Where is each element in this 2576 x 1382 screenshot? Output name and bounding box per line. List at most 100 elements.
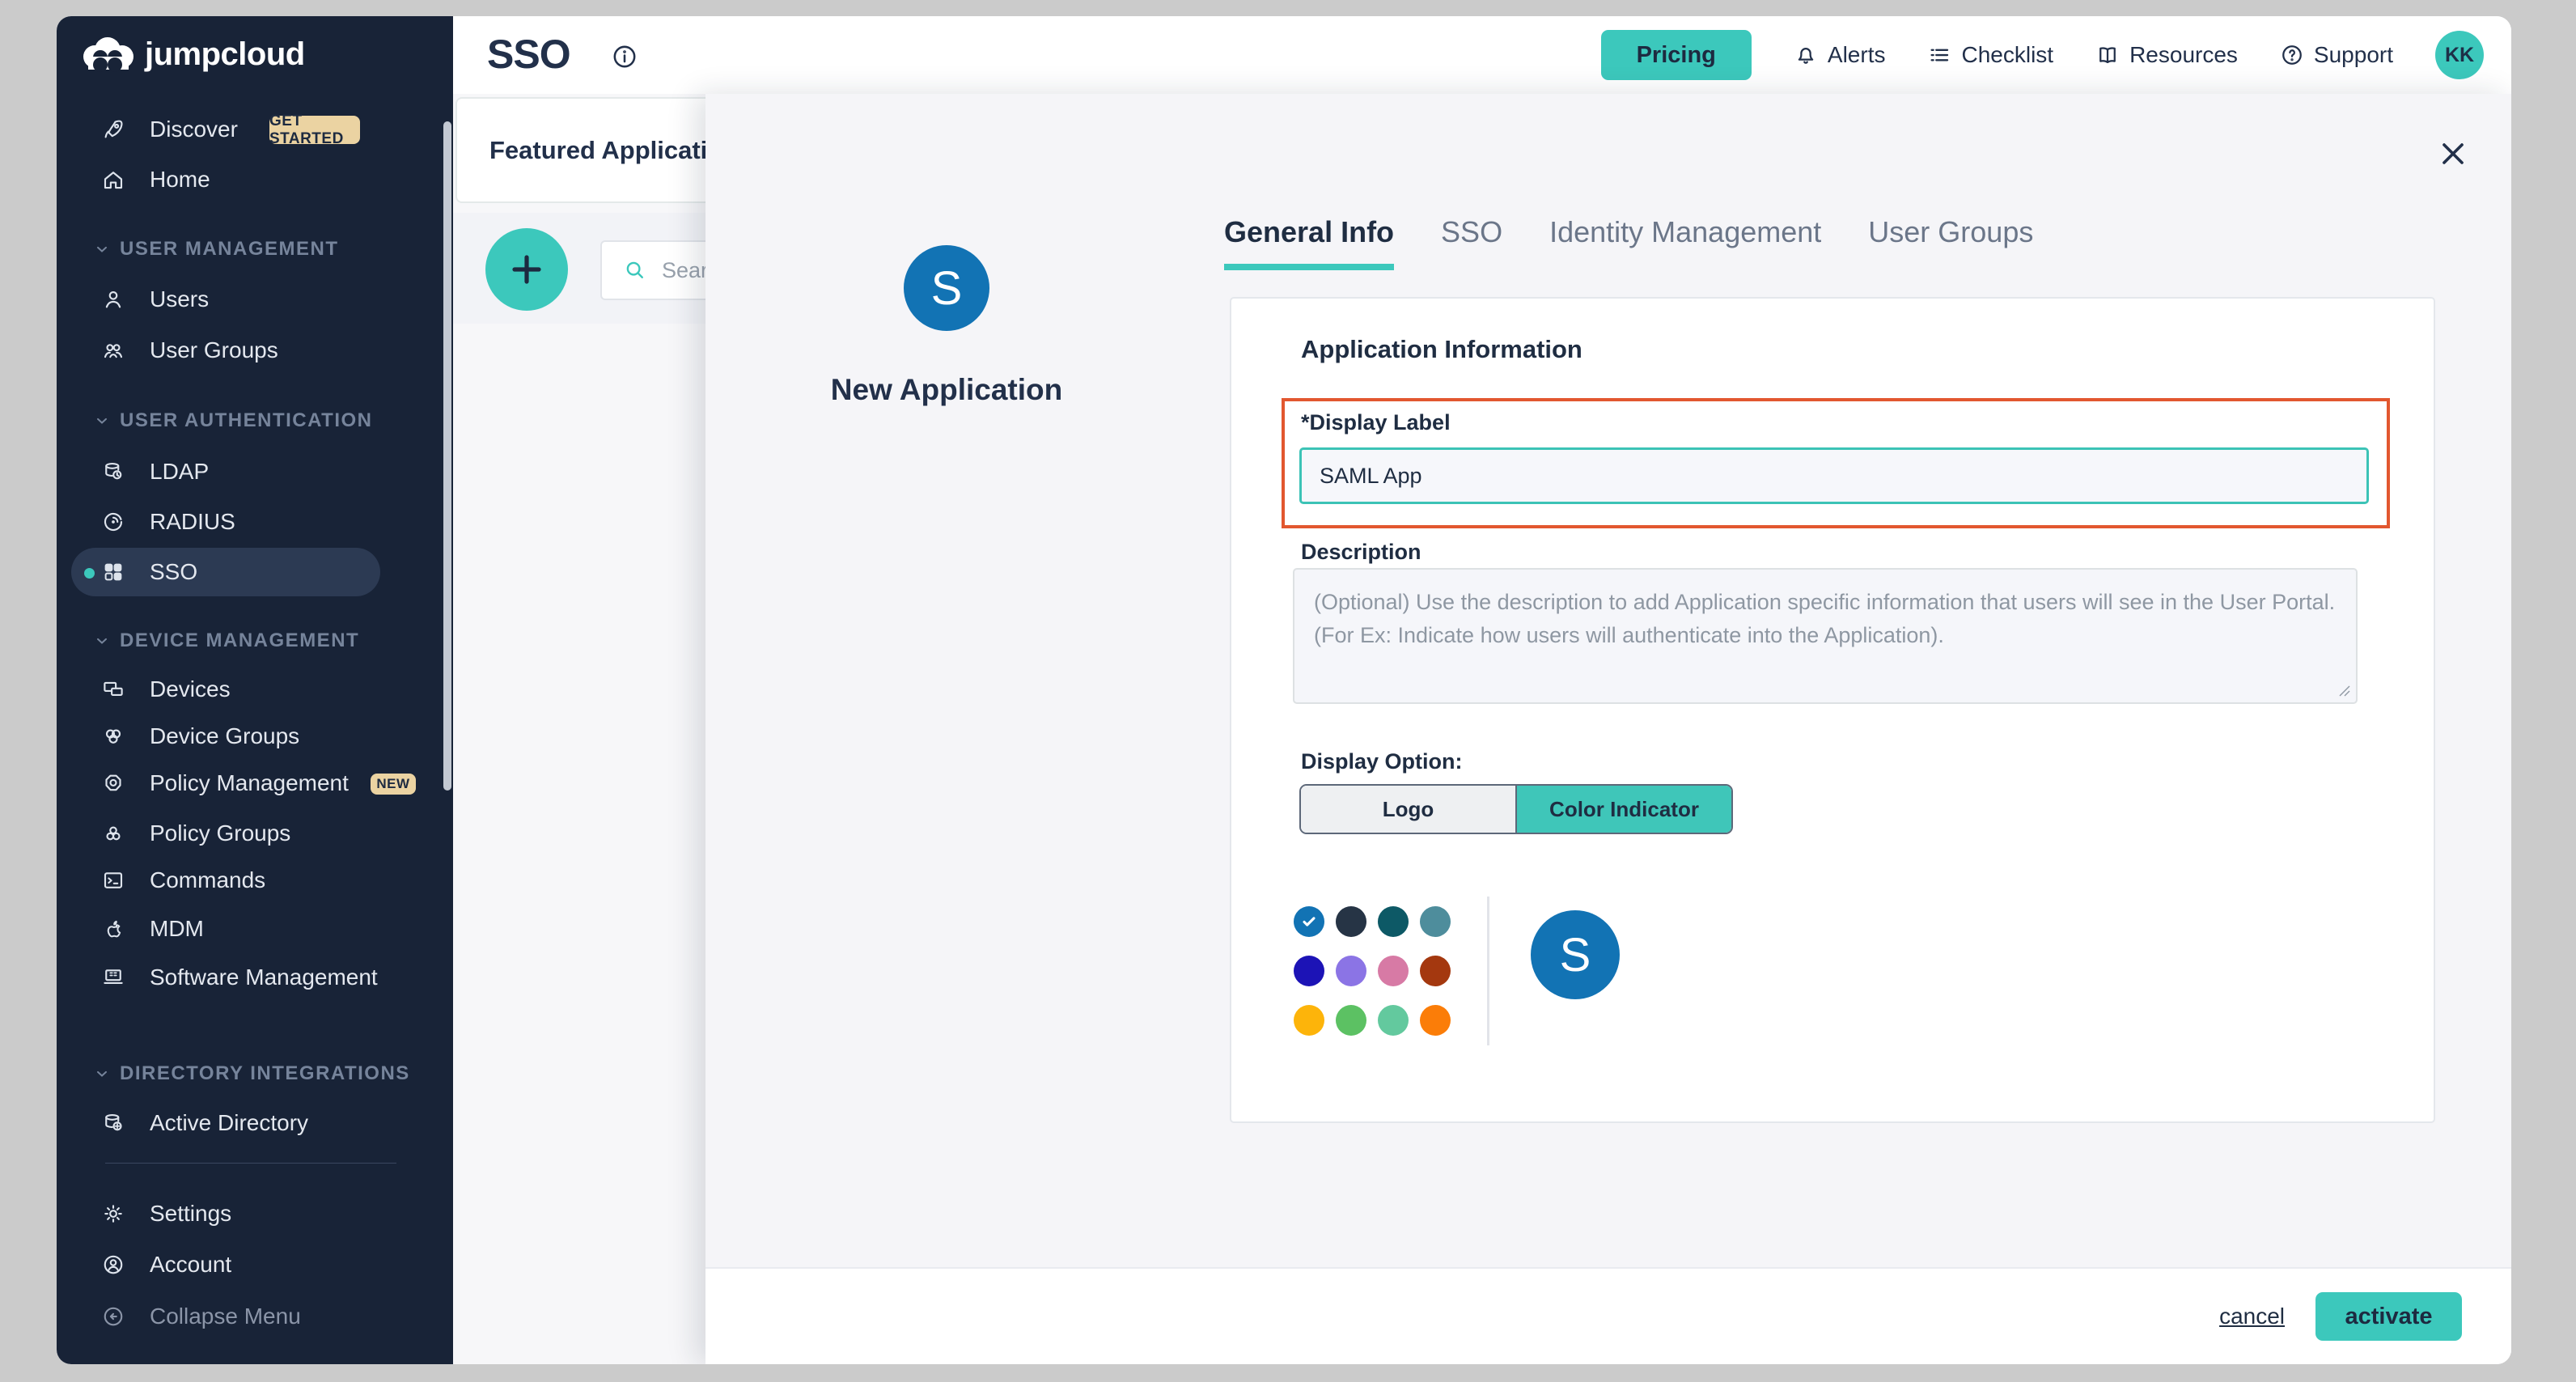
sidebar-item-label: Home <box>150 167 210 193</box>
page-title: SSO <box>487 31 570 78</box>
policy-groups-icon <box>101 821 125 846</box>
new-application-modal: S New Application General Info SSO Ident… <box>705 94 2511 1364</box>
sidebar-item-devices[interactable]: Devices <box>57 664 453 714</box>
sidebar-item-home[interactable]: Home <box>57 155 453 205</box>
user-group-icon <box>101 338 125 362</box>
color-swatch[interactable] <box>1336 956 1366 986</box>
sidebar-item-device-groups[interactable]: Device Groups <box>57 711 453 761</box>
resources-label: Resources <box>2129 42 2238 68</box>
user-avatar[interactable]: KK <box>2435 31 2484 79</box>
radius-icon <box>101 510 125 534</box>
sidebar-item-mdm[interactable]: MDM <box>57 904 453 954</box>
color-swatch[interactable] <box>1378 906 1409 937</box>
pricing-button[interactable]: Pricing <box>1601 30 1752 80</box>
checklist-button[interactable]: Checklist <box>1927 42 2053 68</box>
rocket-icon <box>101 117 125 142</box>
color-swatch[interactable] <box>1378 956 1409 986</box>
application-information-card: Application Information *Display Label S… <box>1230 297 2435 1123</box>
color-swatch[interactable] <box>1294 1005 1324 1036</box>
account-icon <box>101 1253 125 1277</box>
tab-identity-management[interactable]: Identity Management <box>1549 215 1821 270</box>
sidebar-section-directory-integrations[interactable]: DIRECTORY INTEGRATIONS <box>57 1049 453 1099</box>
display-label-input[interactable]: SAML App <box>1299 447 2369 504</box>
support-button[interactable]: Support <box>2280 42 2393 68</box>
checklist-icon <box>1927 43 1951 67</box>
user-icon <box>101 287 125 312</box>
sidebar-item-account[interactable]: Account <box>57 1240 453 1290</box>
device-groups-icon <box>101 724 125 748</box>
jumpcloud-logo: jumpcloud <box>78 36 305 73</box>
sidebar-item-label: RADIUS <box>150 509 235 535</box>
sidebar-item-discover[interactable]: Discover GET STARTED <box>57 104 453 155</box>
color-swatch[interactable] <box>1336 1005 1366 1036</box>
ldap-database-icon <box>101 460 125 484</box>
tab-general-info[interactable]: General Info <box>1224 215 1394 270</box>
sidebar-item-label: Users <box>150 286 209 312</box>
top-header: SSO Pricing Alerts Checklist <box>453 16 2511 95</box>
alerts-button[interactable]: Alerts <box>1794 42 1886 68</box>
application-identity: S New Application <box>785 245 1108 407</box>
sidebar-item-settings[interactable]: Settings <box>57 1189 453 1239</box>
sidebar-item-user-groups[interactable]: User Groups <box>57 325 453 375</box>
sidebar-divider <box>105 1163 396 1164</box>
sidebar-item-software-management[interactable]: Software Management <box>57 952 453 1003</box>
color-swatch[interactable] <box>1336 906 1366 937</box>
color-swatch-grid <box>1294 906 1451 1036</box>
modal-footer: cancel activate <box>705 1267 2511 1364</box>
resources-button[interactable]: Resources <box>2095 42 2238 68</box>
sidebar-item-policy-groups[interactable]: Policy Groups <box>57 808 453 858</box>
collapse-arrow-icon <box>101 1304 125 1329</box>
display-option-logo[interactable]: Logo <box>1301 786 1517 833</box>
sidebar-item-label: Software Management <box>150 964 378 990</box>
color-swatch[interactable] <box>1420 956 1451 986</box>
application-avatar: S <box>904 245 989 331</box>
sidebar-section-device-management[interactable]: DEVICE MANAGEMENT <box>57 616 453 666</box>
home-icon <box>101 167 125 192</box>
sidebar-item-label: LDAP <box>150 459 209 485</box>
section-title: USER MANAGEMENT <box>120 238 339 261</box>
chevron-down-icon <box>94 413 110 429</box>
tab-sso[interactable]: SSO <box>1441 215 1502 270</box>
sidebar-item-sso[interactable]: SSO <box>57 547 453 597</box>
sidebar-item-label: Commands <box>150 867 265 893</box>
info-icon[interactable] <box>611 43 638 70</box>
sidebar-item-active-directory[interactable]: Active Directory <box>57 1098 453 1148</box>
bell-icon <box>1794 43 1818 67</box>
sidebar-item-label: User Groups <box>150 337 278 363</box>
description-textarea[interactable]: (Optional) Use the description to add Ap… <box>1293 568 2358 704</box>
sidebar-item-radius[interactable]: RADIUS <box>57 497 453 547</box>
card-title: Application Information <box>1301 335 1582 364</box>
sidebar-item-label: Collapse Menu <box>150 1304 301 1329</box>
color-swatch[interactable] <box>1294 956 1324 986</box>
sidebar-item-label: Discover <box>150 117 238 142</box>
sidebar-item-commands[interactable]: Commands <box>57 855 453 905</box>
add-application-button[interactable] <box>485 228 568 311</box>
sidebar-item-label: Active Directory <box>150 1110 308 1136</box>
commands-icon <box>101 868 125 892</box>
color-swatch-selected[interactable] <box>1294 906 1324 937</box>
close-icon[interactable] <box>2435 136 2471 172</box>
sidebar-section-user-management[interactable]: USER MANAGEMENT <box>57 224 453 274</box>
color-swatch[interactable] <box>1420 1005 1451 1036</box>
sidebar-item-collapse-menu[interactable]: Collapse Menu <box>57 1291 453 1342</box>
support-label: Support <box>2314 42 2393 68</box>
search-icon <box>623 258 647 282</box>
checklist-label: Checklist <box>1961 42 2053 68</box>
desktop-background: jumpcloud Discover GET STARTED Home USER… <box>0 0 2576 1382</box>
display-option-toggle: Logo Color Indicator <box>1299 784 1733 834</box>
resize-handle-icon[interactable] <box>2337 683 2351 697</box>
cancel-button[interactable]: cancel <box>2219 1304 2285 1329</box>
sidebar-item-label: Device Groups <box>150 723 299 749</box>
color-swatch[interactable] <box>1420 906 1451 937</box>
display-option-color-indicator[interactable]: Color Indicator <box>1517 786 1731 833</box>
sidebar-item-ldap[interactable]: LDAP <box>57 447 453 497</box>
color-swatch[interactable] <box>1378 1005 1409 1036</box>
tab-user-groups[interactable]: User Groups <box>1868 215 2033 270</box>
section-title: USER AUTHENTICATION <box>120 409 373 432</box>
sidebar-item-policy-management[interactable]: Policy Management NEW <box>57 758 453 808</box>
sidebar-scrollbar[interactable] <box>443 121 451 791</box>
sidebar-item-label: Policy Management <box>150 770 349 796</box>
sidebar-item-users[interactable]: Users <box>57 274 453 324</box>
activate-button[interactable]: activate <box>2315 1292 2462 1341</box>
sidebar-section-user-authentication[interactable]: USER AUTHENTICATION <box>57 396 453 446</box>
